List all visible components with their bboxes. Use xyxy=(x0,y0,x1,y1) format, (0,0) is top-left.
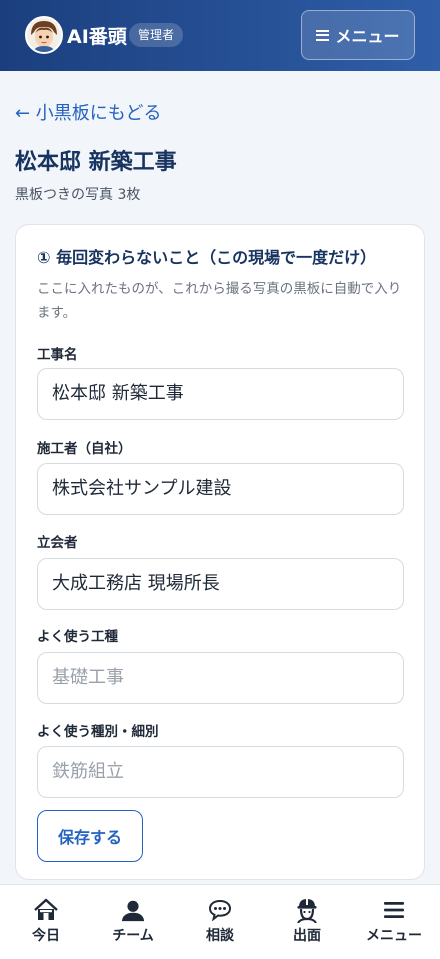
nav-label-team: チーム xyxy=(112,928,154,944)
nav-item-menu[interactable]: メニュー xyxy=(350,897,438,957)
home-icon xyxy=(33,897,59,923)
category-input[interactable]: 鉄筋組立 xyxy=(37,746,404,798)
worker-icon xyxy=(294,897,320,923)
witness-input[interactable]: 大成工務店 現場所長 xyxy=(37,558,404,610)
people-icon xyxy=(120,897,146,923)
nav-label-menu: メニュー xyxy=(366,928,422,944)
field-label-category: よく使う種別・細別 xyxy=(37,724,159,740)
site-settings-card: ① 毎回変わらないこと（この現場で一度だけ） ここに入れたものが、これから撮る写… xyxy=(15,224,425,880)
work-type-input[interactable]: 基礎工事 xyxy=(37,652,404,704)
page-subtitle: 黒板つきの写真 3枚 xyxy=(15,187,141,203)
card-description: ここに入れたものが、これから撮る写真の黒板に自動で入ります。 xyxy=(37,281,402,321)
project-name-input[interactable]: 松本邸 新築工事 xyxy=(37,368,404,420)
save-button[interactable]: 保存する xyxy=(37,810,143,862)
nav-label-consult: 相談 xyxy=(206,928,234,944)
nav-label-today: 今日 xyxy=(32,928,60,944)
app-brand: AI番頭 xyxy=(67,26,127,48)
field-label-witness: 立会者 xyxy=(37,535,78,551)
page-title: 松本邸 新築工事 xyxy=(15,150,177,175)
app-header: AI番頭 管理者 メニュー xyxy=(0,0,440,71)
chat-icon xyxy=(207,897,233,923)
role-badge: 管理者 xyxy=(129,23,184,47)
nav-label-attendance: 出面 xyxy=(293,928,321,944)
nav-item-consult[interactable]: 相談 xyxy=(176,897,264,957)
field-label-work-type: よく使う工種 xyxy=(37,629,118,645)
card-title: ① 毎回変わらないこと（この現場で一度だけ） xyxy=(37,248,377,267)
nav-item-team[interactable]: チーム xyxy=(89,897,177,957)
hamburger-icon xyxy=(316,29,330,41)
menu-button[interactable]: メニュー xyxy=(301,10,415,60)
bottom-nav: 今日 チーム 相談 出面 メニュー xyxy=(0,884,440,959)
field-label-project-name: 工事名 xyxy=(37,347,78,363)
nav-item-attendance[interactable]: 出面 xyxy=(263,897,351,957)
contractor-input[interactable]: 株式会社サンプル建設 xyxy=(37,463,404,515)
menu-button-label: メニュー xyxy=(335,27,400,46)
nav-item-today[interactable]: 今日 xyxy=(2,897,90,957)
field-label-contractor: 施工者（自社） xyxy=(37,441,132,457)
menu-icon xyxy=(381,897,407,923)
avatar[interactable] xyxy=(25,16,63,54)
back-link[interactable]: ← 小黒板にもどる xyxy=(15,99,161,125)
